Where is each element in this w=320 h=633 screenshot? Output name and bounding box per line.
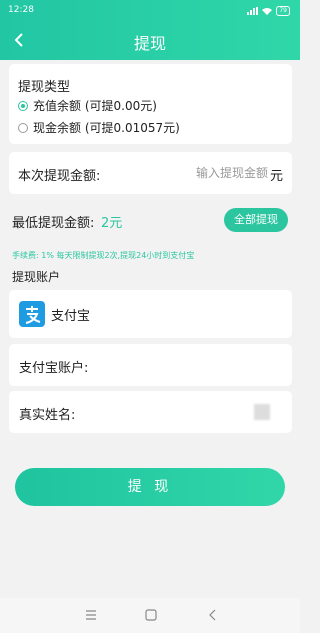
real-name-label: 真实姓名: (19, 408, 76, 423)
battery-icon: 79 (276, 6, 290, 16)
signal-icon (247, 7, 259, 15)
alipay-account-input[interactable] (133, 355, 283, 375)
radio-unchecked-icon[interactable] (18, 122, 28, 133)
withdraw-type-card: 提现类型 充值余额 (可提0.00元) 现金余额 (可提0.01057元) (9, 64, 292, 144)
page-title: 提现 (133, 34, 166, 53)
nav-bar: 提现 (0, 22, 300, 60)
status-time: 12:28 (8, 5, 34, 15)
status-bar: 12:28 79 (0, 0, 300, 22)
wifi-icon (262, 8, 273, 15)
back-triangle-icon[interactable] (205, 607, 221, 623)
alipay-account-label: 支付宝账户: (19, 361, 89, 376)
home-icon[interactable] (143, 607, 159, 623)
amount-card: 本次提现金额: 元 (9, 152, 292, 194)
app-header: 12:28 79 提现 (0, 0, 300, 60)
radio-checked-icon[interactable] (18, 100, 28, 111)
account-heading: 提现账户 (12, 270, 61, 284)
withdraw-type-title: 提现类型 (18, 80, 71, 95)
radio-label: 现金余额 (可提0.01057元) (33, 121, 180, 135)
alipay-label: 支付宝 (51, 309, 91, 324)
amount-input[interactable] (168, 163, 268, 183)
radio-label: 充值余额 (可提0.00元) (33, 99, 157, 113)
alipay-method-card[interactable]: 支付宝 (9, 290, 292, 338)
submit-withdraw-button[interactable]: 提 现 (15, 468, 285, 506)
radio-cash-balance[interactable]: 现金余额 (可提0.01057元) (18, 119, 180, 136)
alipay-account-card: 支付宝账户: (9, 344, 292, 386)
radio-recharge-balance[interactable]: 充值余额 (可提0.00元) (18, 97, 157, 114)
menu-icon[interactable] (83, 607, 99, 623)
real-name-card: 真实姓名: (9, 391, 292, 433)
amount-unit: 元 (269, 169, 283, 184)
redacted-blur (254, 404, 270, 420)
status-icons: 79 (247, 6, 290, 16)
minimum-value: 2元 (101, 216, 123, 231)
minimum-label: 最低提现金额: (12, 216, 95, 231)
system-nav-bar (0, 598, 300, 633)
fee-note: 手续费: 1% 每天限制提现2次,提现24小时到支付宝 (12, 251, 195, 260)
withdraw-all-button[interactable]: 全部提现 (224, 208, 288, 232)
alipay-icon (19, 301, 45, 327)
minimum-row: 最低提现金额: 2元 全部提现 (0, 206, 300, 234)
amount-label: 本次提现金额: (18, 169, 101, 184)
